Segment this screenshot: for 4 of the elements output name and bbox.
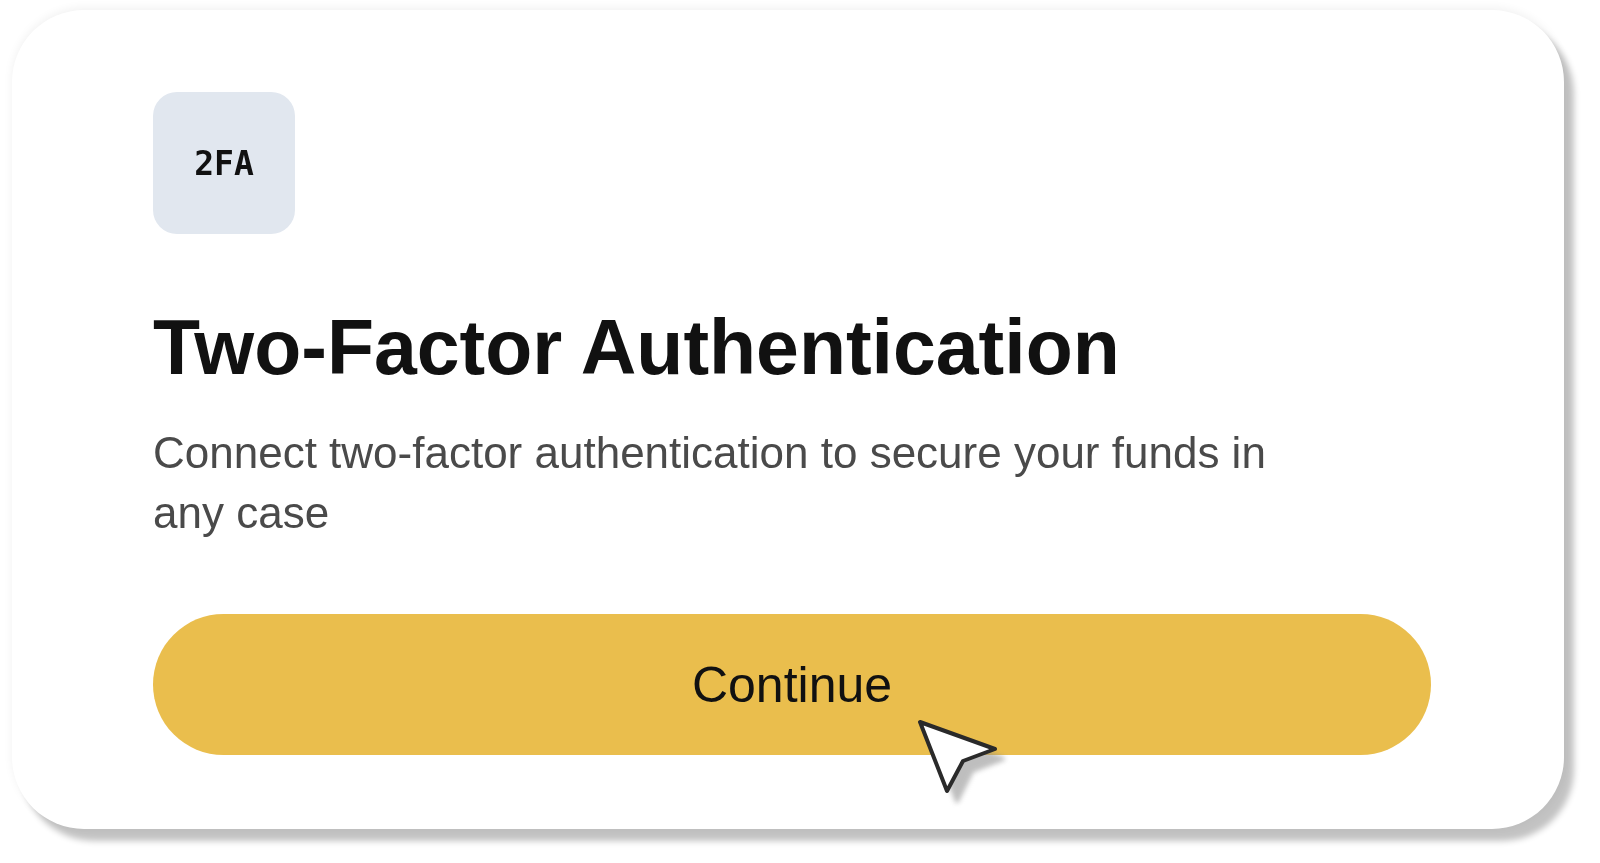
continue-button[interactable]: Continue (153, 614, 1431, 755)
dialog-description: Connect two-factor authentication to secure your funds in any case (153, 427, 1267, 539)
dialog-title: Two-Factor Authentication (153, 303, 1121, 392)
2fa-logo-tile: 2FA (153, 92, 295, 234)
